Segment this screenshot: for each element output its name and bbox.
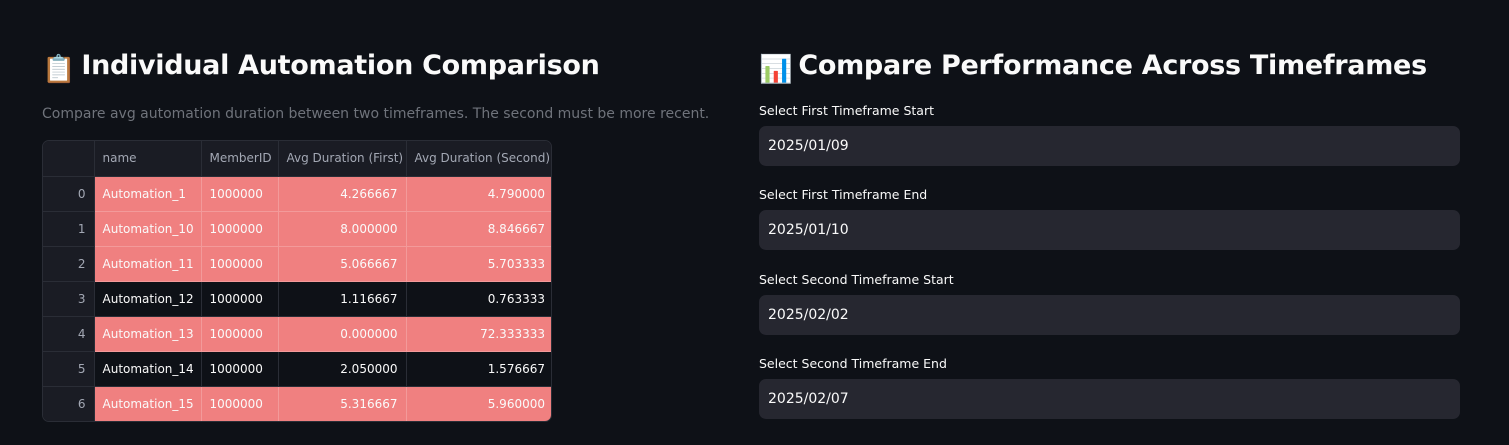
cell-member-id[interactable]: 1000000 (201, 211, 279, 247)
section-title-comparison: 📋 Individual Automation Comparison (42, 44, 702, 92)
comparison-table: name MemberID Avg Duration (First) Avg D… (43, 141, 551, 421)
cell-avg-duration-second[interactable]: 5.703333 (406, 246, 551, 282)
cell-avg-duration-first[interactable]: 8.000000 (278, 211, 407, 247)
second-timeframe-end-field: Select Second Timeframe End (759, 355, 1460, 419)
column-header-avg-duration-first[interactable]: Avg Duration (First) (278, 141, 407, 177)
cell-member-id[interactable]: 1000000 (201, 316, 279, 352)
row-index: 2 (43, 246, 95, 282)
table-row: 4 Automation_13 1000000 0.000000 72.3333… (43, 316, 551, 352)
table-row: 6 Automation_15 1000000 5.316667 5.96000… (43, 386, 551, 421)
second-timeframe-end-input[interactable] (759, 379, 1460, 419)
cell-avg-duration-first[interactable]: 4.266667 (278, 176, 407, 212)
table-row: 5 Automation_14 1000000 2.050000 1.57666… (43, 351, 551, 387)
section-title-text: Individual Automation Comparison (81, 50, 600, 81)
section-title-timeframes: 📊 Compare Performance Across Timeframes (759, 44, 1460, 92)
cell-name[interactable]: Automation_12 (94, 281, 202, 317)
first-timeframe-end-input[interactable] (759, 210, 1460, 250)
column-header-member-id[interactable]: MemberID (201, 141, 279, 177)
bar-chart-icon: 📊 (759, 54, 793, 85)
column-header-avg-duration-second[interactable]: Avg Duration (Second) (406, 141, 551, 177)
cell-name[interactable]: Automation_13 (94, 316, 202, 352)
row-index: 3 (43, 281, 95, 317)
column-header-index[interactable] (43, 141, 95, 177)
first-timeframe-end-field: Select First Timeframe End (759, 186, 1460, 250)
cell-avg-duration-first[interactable]: 5.316667 (278, 386, 407, 421)
row-index: 5 (43, 351, 95, 387)
table-row: 1 Automation_10 1000000 8.000000 8.84666… (43, 211, 551, 247)
cell-member-id[interactable]: 1000000 (201, 246, 279, 282)
cell-member-id[interactable]: 1000000 (201, 281, 279, 317)
table-row: 0 Automation_1 1000000 4.266667 4.790000 (43, 176, 551, 212)
first-timeframe-start-field: Select First Timeframe Start (759, 102, 1460, 166)
cell-avg-duration-second[interactable]: 72.333333 (406, 316, 551, 352)
cell-avg-duration-second[interactable]: 0.763333 (406, 281, 551, 317)
cell-avg-duration-second[interactable]: 4.790000 (406, 176, 551, 212)
row-index: 0 (43, 176, 95, 212)
cell-member-id[interactable]: 1000000 (201, 176, 279, 212)
row-index: 1 (43, 211, 95, 247)
cell-name[interactable]: Automation_11 (94, 246, 202, 282)
cell-member-id[interactable]: 1000000 (201, 351, 279, 387)
section-title-text: Compare Performance Across Timeframes (798, 50, 1427, 81)
second-timeframe-end-label: Select Second Timeframe End (759, 356, 947, 371)
cell-avg-duration-first[interactable]: 2.050000 (278, 351, 407, 387)
cell-name[interactable]: Automation_1 (94, 176, 202, 212)
second-timeframe-start-field: Select Second Timeframe Start (759, 271, 1460, 335)
first-timeframe-start-input[interactable] (759, 126, 1460, 166)
clipboard-icon: 📋 (42, 54, 76, 85)
cell-avg-duration-second[interactable]: 8.846667 (406, 211, 551, 247)
second-timeframe-start-label: Select Second Timeframe Start (759, 272, 954, 287)
comparison-dataframe[interactable]: name MemberID Avg Duration (First) Avg D… (42, 140, 552, 422)
first-timeframe-end-label: Select First Timeframe End (759, 187, 928, 202)
automation-comparison-section: 📋 Individual Automation Comparison Compar… (42, 44, 710, 422)
row-index: 4 (43, 316, 95, 352)
cell-avg-duration-second[interactable]: 5.960000 (406, 386, 551, 421)
table-body: 0 Automation_1 1000000 4.266667 4.790000… (43, 176, 551, 421)
row-index: 6 (43, 386, 95, 421)
cell-name[interactable]: Automation_15 (94, 386, 202, 421)
table-header-row: name MemberID Avg Duration (First) Avg D… (43, 141, 551, 177)
section-caption: Compare avg automation duration between … (42, 106, 710, 122)
timeframe-selection-section: 📊 Compare Performance Across Timeframes S… (759, 44, 1460, 419)
table-row: 2 Automation_11 1000000 5.066667 5.70333… (43, 246, 551, 282)
table-row: 3 Automation_12 1000000 1.116667 0.76333… (43, 281, 551, 317)
cell-name[interactable]: Automation_10 (94, 211, 202, 247)
cell-avg-duration-second[interactable]: 1.576667 (406, 351, 551, 387)
cell-avg-duration-first[interactable]: 5.066667 (278, 246, 407, 282)
column-header-name[interactable]: name (94, 141, 202, 177)
cell-name[interactable]: Automation_14 (94, 351, 202, 387)
page: 📋 Individual Automation Comparison Compar… (0, 0, 1509, 445)
cell-avg-duration-first[interactable]: 0.000000 (278, 316, 407, 352)
cell-avg-duration-first[interactable]: 1.116667 (278, 281, 407, 317)
cell-member-id[interactable]: 1000000 (201, 386, 279, 421)
first-timeframe-start-label: Select First Timeframe Start (759, 103, 934, 118)
second-timeframe-start-input[interactable] (759, 295, 1460, 335)
